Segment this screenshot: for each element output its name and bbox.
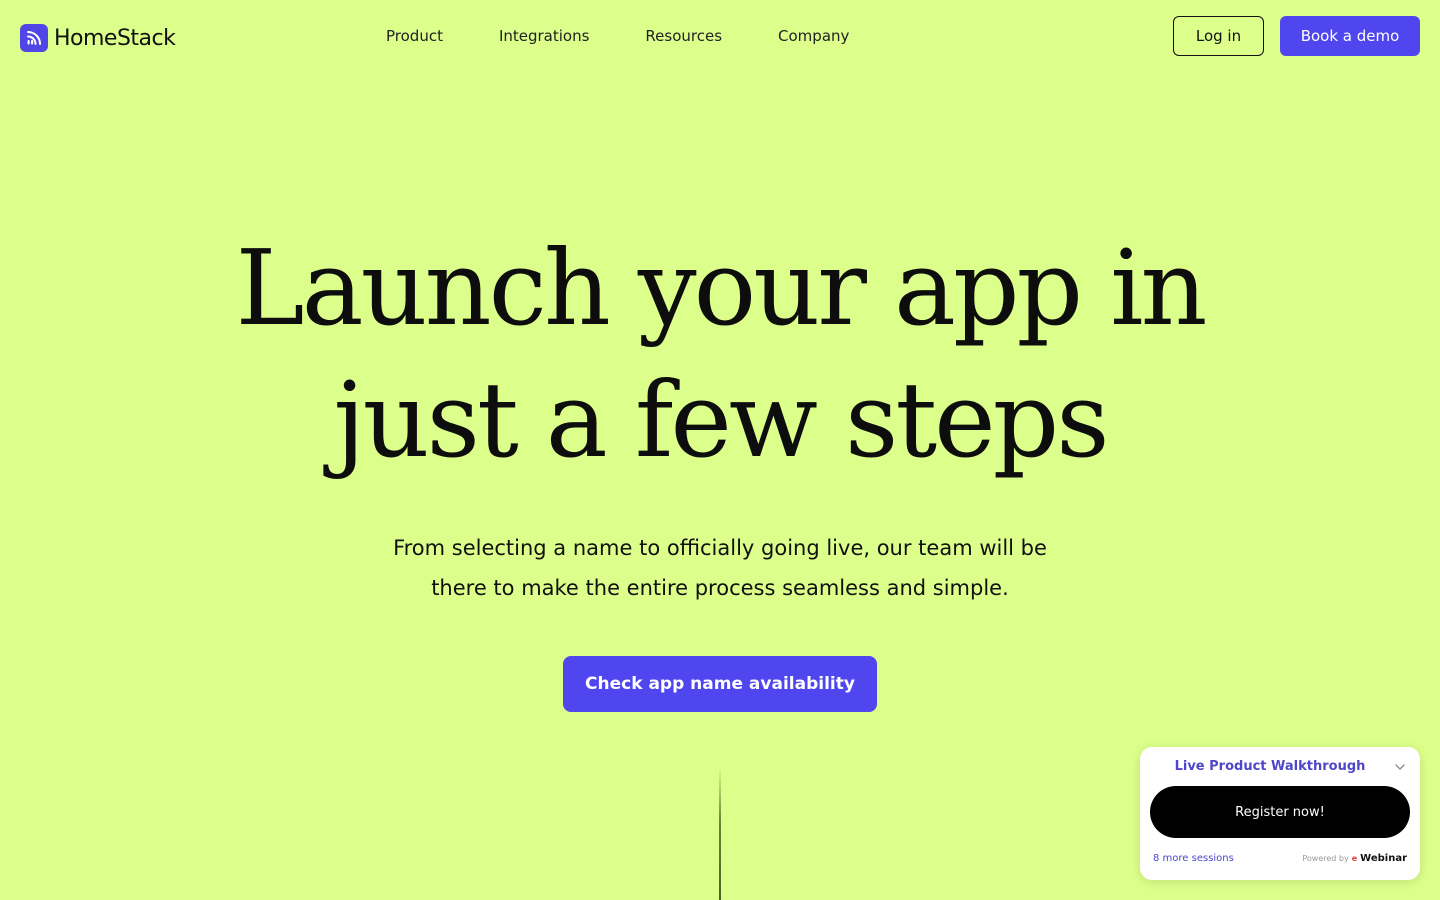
- hero-title-line-1: Launch your app in: [235, 227, 1208, 349]
- ewebinar-brand-name: Webinar: [1360, 853, 1407, 864]
- hero-title-line-2: just a few steps: [333, 359, 1109, 481]
- hero-title: Launch your app in just a few steps: [0, 222, 1440, 486]
- logo-wordmark: HomeStack: [54, 25, 176, 51]
- nav-link-product[interactable]: Product: [386, 25, 443, 47]
- hero-subtitle-line-1: From selecting a name to officially goin…: [393, 536, 1047, 560]
- more-sessions-link[interactable]: 8 more sessions: [1153, 851, 1234, 867]
- ewebinar-logo-icon: e: [1351, 854, 1358, 863]
- webinar-widget: Live Product Walkthrough Register now! 8…: [1140, 747, 1420, 880]
- homestack-logo-icon: [20, 24, 48, 52]
- register-now-button[interactable]: Register now!: [1150, 786, 1410, 838]
- nav-link-resources[interactable]: Resources: [645, 25, 722, 47]
- chevron-down-icon[interactable]: [1392, 759, 1408, 775]
- homestack-logo[interactable]: HomeStack: [20, 24, 176, 52]
- check-availability-button[interactable]: Check app name availability: [563, 656, 877, 712]
- vertical-divider-line: [719, 768, 721, 900]
- top-navigation: HomeStack Product Integrations Resources…: [0, 0, 1440, 72]
- book-demo-button[interactable]: Book a demo: [1280, 16, 1420, 56]
- hero-subtitle-line-2: there to make the entire process seamles…: [431, 576, 1009, 600]
- webinar-widget-title: Live Product Walkthrough: [1174, 759, 1366, 774]
- nav-link-integrations[interactable]: Integrations: [499, 25, 589, 47]
- hero-subtitle: From selecting a name to officially goin…: [370, 528, 1070, 608]
- powered-by-badge: Powered by e Webinar: [1302, 851, 1407, 867]
- login-button[interactable]: Log in: [1173, 16, 1264, 56]
- powered-by-label: Powered by: [1302, 854, 1349, 863]
- primary-nav: Product Integrations Resources Company: [386, 25, 905, 47]
- nav-link-company[interactable]: Company: [778, 25, 849, 47]
